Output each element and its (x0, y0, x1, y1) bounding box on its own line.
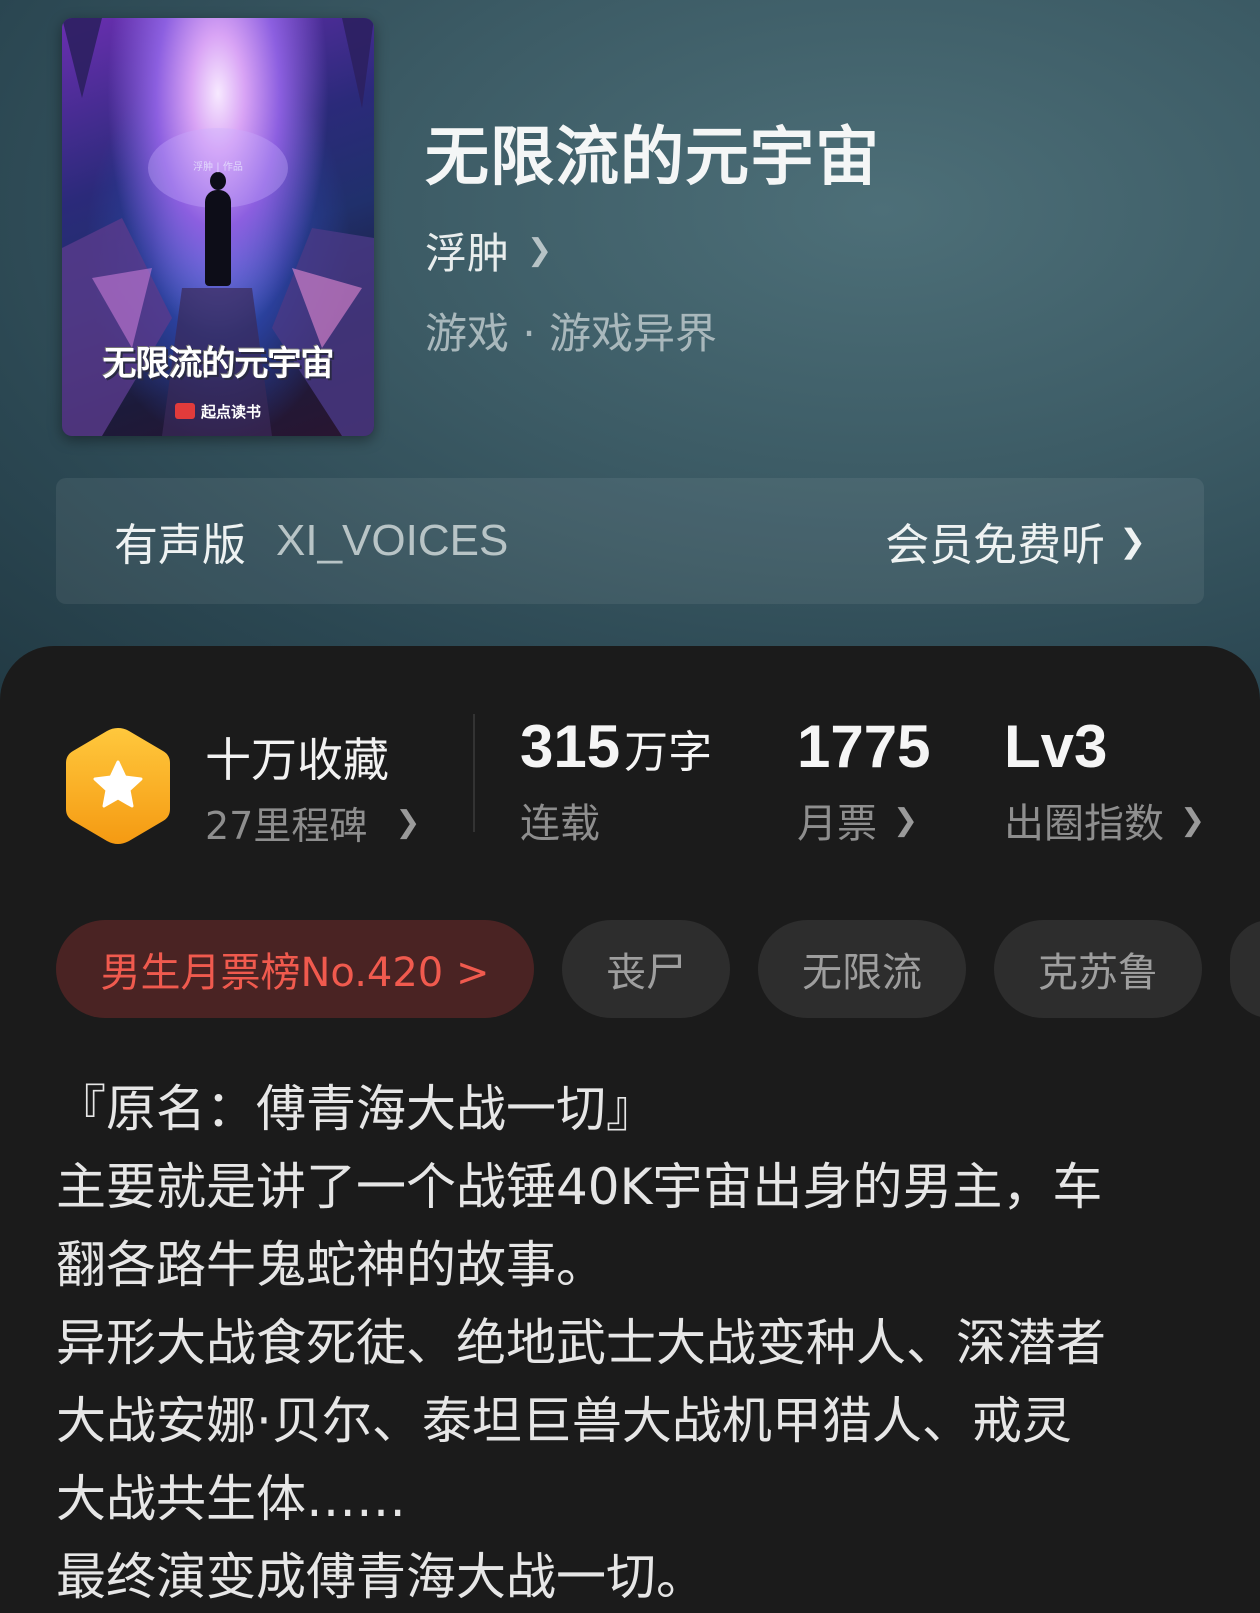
member-free-listen-button[interactable]: 会员免费听 ❯ (885, 509, 1146, 573)
description-line: 大战安娜·贝尔、泰坦巨兽大战机甲猎人、戒灵 (56, 1392, 1072, 1450)
audio-version-bar[interactable]: 有声版 XI_VOICES 会员免费听 ❯ (56, 478, 1204, 604)
monthly-tickets-label: 月票 (797, 801, 877, 847)
serial-status-label: 连载 (520, 801, 600, 847)
cover-byline: 浮肿 | 作品 (193, 162, 243, 173)
member-free-listen-label: 会员免费听 (885, 520, 1106, 571)
star-hexagon-icon (66, 728, 170, 844)
tag-item[interactable]: 无限流 (758, 920, 966, 1018)
description-line: 异形大战食死徒、绝地武士大战变种人、深潜者 (56, 1314, 1106, 1372)
audio-voice: XI_VOICES (276, 516, 509, 565)
genre-label[interactable]: 游戏 · 游戏异界 (425, 300, 717, 361)
word-count-value: 315 (520, 713, 621, 780)
word-count-unit: 万字 (624, 727, 713, 778)
tag-item[interactable]: 丧尸 (562, 920, 730, 1018)
cover-publisher-label: 起点读书 (200, 403, 261, 421)
stats-divider (473, 714, 475, 832)
word-count-stat: 315万字 连载 (520, 712, 712, 849)
chevron-right-icon: ❯ (527, 233, 553, 268)
chevron-right-icon: ❯ (893, 802, 919, 838)
publisher-logo-icon (174, 403, 195, 419)
chevron-right-icon: ❯ (1180, 802, 1206, 838)
description-line: 『原名：傅青海大战一切』 (56, 1080, 656, 1138)
tag-item[interactable]: 克苏鲁 (994, 920, 1202, 1018)
cover-figure-icon (205, 172, 231, 286)
audio-label: 有声版 (114, 520, 246, 571)
author-name: 浮肿 (425, 229, 510, 278)
popularity-level-value: Lv3 (1004, 713, 1108, 780)
monthly-tickets-value: 1775 (797, 713, 931, 780)
book-cover[interactable]: 浮肿 | 作品 无限流的元宇宙 起点读书 (62, 18, 374, 436)
author-link[interactable]: 浮肿 ❯ (425, 220, 552, 281)
cover-publisher: 起点读书 (62, 401, 374, 422)
milestone-label: 27里程碑 (205, 804, 368, 848)
tag-row: 男生月票榜No.420 > 丧尸 无限流 克苏鲁 (56, 920, 1260, 1020)
description-line: 最终演变成傅青海大战一切。 (56, 1548, 706, 1606)
chevron-right-icon: ❯ (1119, 522, 1146, 560)
popularity-index-stat[interactable]: Lv3 出圈指数 ❯ (1004, 712, 1205, 849)
favorites-title: 十万收藏 (205, 733, 389, 787)
chevron-right-icon: ❯ (395, 805, 421, 840)
popularity-index-label: 出圈指数 (1004, 801, 1164, 847)
rank-tag[interactable]: 男生月票榜No.420 > (56, 920, 534, 1018)
description-line: 主要就是讲了一个战锤40K宇宙出身的男主，车 (56, 1158, 1103, 1216)
milestone-link[interactable]: 27里程碑 ❯ (205, 795, 421, 850)
description-line: 大战共生体…… (56, 1470, 406, 1528)
monthly-tickets-stat[interactable]: 1775 月票 ❯ (797, 712, 930, 849)
book-description[interactable]: 『原名：傅青海大战一切』 主要就是讲了一个战锤40K宇宙出身的男主，车 翻各路牛… (56, 1070, 1206, 1613)
tag-item[interactable] (1230, 920, 1260, 1018)
book-title: 无限流的元宇宙 (425, 120, 880, 195)
cover-title-art: 无限流的元宇宙 (102, 344, 335, 384)
description-line: 翻各路牛鬼蛇神的故事。 (56, 1236, 606, 1294)
